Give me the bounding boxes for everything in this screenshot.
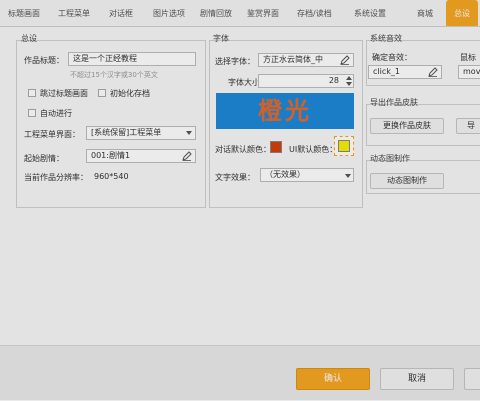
export-skin-title: 导出作品皮肤 [370, 98, 418, 107]
font-preview: 橙光 [216, 93, 354, 129]
tab-general[interactable]: 总设 [446, 0, 478, 26]
menu-label: 工程菜单界面： [24, 130, 80, 139]
menu-select[interactable]: [系统保留]工程菜单 [86, 126, 196, 140]
system-sound-title: 系统音效 [370, 34, 402, 43]
pencil-icon[interactable] [340, 55, 350, 65]
work-title-hint: 不超过15个汉字或30个英文 [70, 71, 158, 79]
pencil-icon[interactable] [182, 151, 192, 161]
confirm-button[interactable]: 确认 [296, 368, 370, 390]
chevron-down-icon [345, 174, 351, 178]
mouse-sound-value: move [463, 67, 480, 76]
cancel-button[interactable]: 取消 [380, 368, 454, 390]
font-choose-value: 方正水云简体_中 [263, 55, 323, 64]
confirm-sound-value: click_1 [373, 67, 400, 76]
resolution-label: 当前作品分辨率： [24, 173, 88, 182]
font-size-stepper[interactable]: 28 [258, 74, 354, 88]
general-group-title: 总设 [21, 34, 37, 43]
dialog-color-label: 对话默认颜色： [215, 145, 271, 154]
text-effect-label: 文字效果： [215, 173, 255, 182]
skip-title-label: 跳过标题画面 [40, 89, 88, 98]
system-sound-group [366, 40, 480, 86]
stepper-arrows-icon[interactable] [345, 75, 353, 87]
tab-title-screen[interactable]: 标题画面 [8, 0, 40, 26]
work-title-input[interactable]: 这是一个正经教程 [68, 52, 196, 66]
anim-make-button[interactable]: 动态图制作 [370, 173, 444, 189]
autoplay-label: 自动进行 [40, 109, 72, 118]
tab-gallery[interactable]: 鉴赏界面 [247, 0, 279, 26]
dialog-footer: 确认 取消 [0, 345, 480, 401]
start-label: 起始剧情： [24, 154, 64, 163]
font-preview-text: 橙光 [258, 96, 312, 125]
init-save-label: 初始化存档 [110, 89, 150, 98]
work-title-label: 作品标题： [24, 56, 64, 65]
tab-project-menu[interactable]: 工程菜单 [58, 0, 90, 26]
init-save-checkbox[interactable] [98, 89, 106, 97]
menu-select-value: [系统保留]工程菜单 [91, 128, 162, 137]
tab-bar: 标题画面 工程菜单 对话框 图片选项 剧情回放 鉴赏界面 存档/读档 系统设置 … [0, 0, 480, 27]
font-size-value: 28 [328, 76, 339, 85]
chevron-down-icon [186, 131, 192, 135]
start-input[interactable]: 001:剧情1 [86, 149, 196, 163]
autoplay-checkbox[interactable] [28, 109, 36, 117]
pencil-icon[interactable] [428, 67, 438, 77]
tab-system-settings[interactable]: 系统设置 [354, 0, 386, 26]
ui-color-swatch[interactable] [338, 140, 350, 152]
ui-color-label: UI默认颜色： [289, 145, 338, 154]
export-skin-button[interactable]: 导 [456, 118, 480, 134]
anim-group-title: 动态图制作 [370, 154, 410, 163]
skip-title-checkbox[interactable] [28, 89, 36, 97]
mouse-sound-input[interactable]: move [458, 65, 480, 79]
text-effect-value: （无效果） [265, 170, 305, 179]
resolution-value: 960*540 [94, 172, 129, 181]
mouse-sound-label: 鼠标 [460, 53, 476, 62]
tab-image-options[interactable]: 图片选项 [153, 0, 185, 26]
font-choose-label: 选择字体： [215, 57, 255, 66]
change-skin-button[interactable]: 更换作品皮肤 [370, 118, 444, 134]
dialog-color-swatch[interactable] [270, 141, 282, 153]
tab-replay[interactable]: 剧情回放 [200, 0, 232, 26]
tab-save-load[interactable]: 存档/读档 [297, 0, 332, 26]
font-group-title: 字体 [213, 34, 229, 43]
tab-dialog[interactable]: 对话框 [109, 0, 133, 26]
apply-button-partial[interactable] [464, 368, 480, 390]
tab-shop[interactable]: 商城 [417, 0, 433, 26]
start-input-value: 001:剧情1 [91, 151, 131, 160]
confirm-sound-label: 确定音效： [372, 53, 412, 62]
text-effect-select[interactable]: （无效果） [260, 168, 354, 182]
